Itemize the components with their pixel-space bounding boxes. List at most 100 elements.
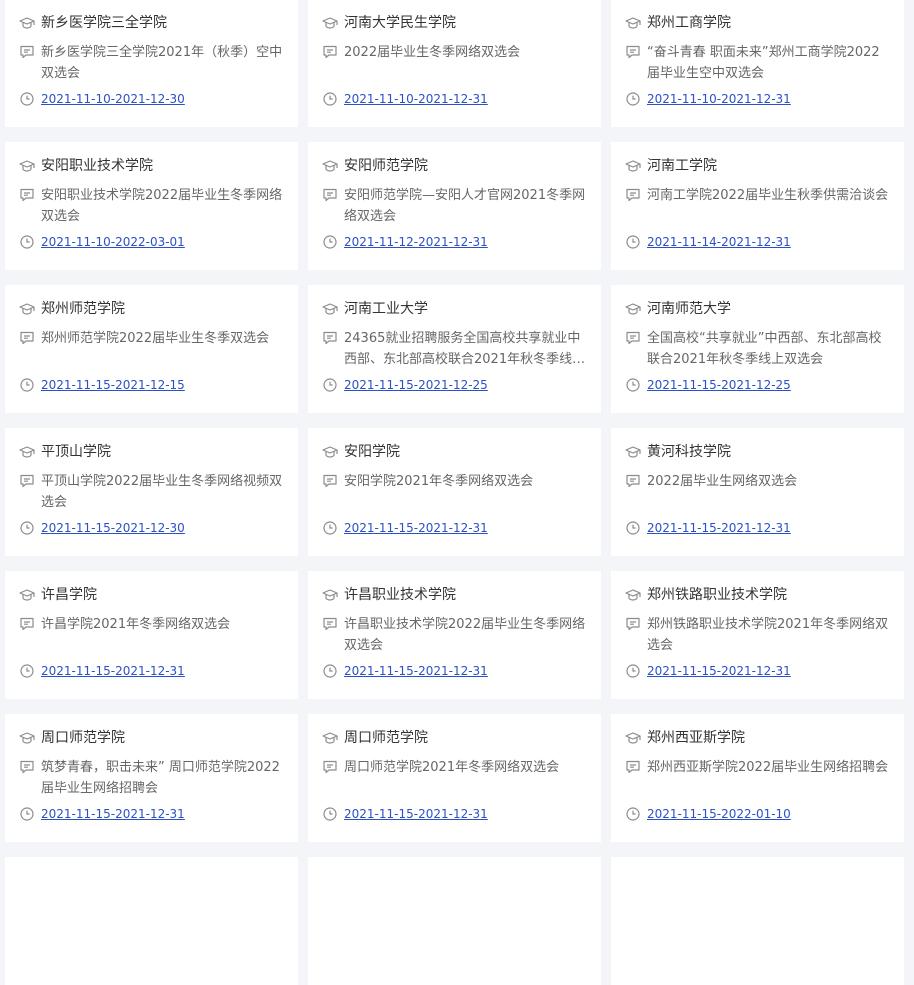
message-square-icon [625, 759, 641, 775]
date-range-link[interactable]: 2021-11-15-2021-12-31 [344, 519, 488, 537]
title-row: 周口师范学院2021年冬季网络双选会 [322, 757, 587, 799]
school-name: 平顶山学院 [41, 444, 111, 460]
fair-title[interactable]: 许昌学院2021年冬季网络双选会 [41, 614, 230, 656]
title-row: 2022届毕业生冬季网络双选会 [322, 42, 587, 84]
title-row: 安阳师范学院—安阳人才官网2021冬季网络双选会 [322, 185, 587, 227]
job-fair-card[interactable] [5, 857, 298, 985]
date-range-link[interactable]: 2021-11-10-2021-12-30 [41, 90, 185, 108]
graduation-cap-icon [322, 301, 338, 317]
school-name: 郑州西亚斯学院 [647, 730, 745, 746]
job-fair-card[interactable]: 许昌职业技术学院 许昌职业技术学院2022届毕业生冬季网络双选会 2021-11… [308, 571, 601, 699]
fair-title[interactable]: 24365就业招聘服务全国高校共享就业中西部、东北部高校联合2021年秋冬季线上… [344, 328, 587, 370]
title-row: 全国高校“共享就业”中西部、东北部高校联合2021年秋冬季线上双选会 [625, 328, 890, 370]
job-fair-card[interactable]: 郑州师范学院 郑州师范学院2022届毕业生冬季双选会 2021-11-15-20… [5, 285, 298, 413]
graduation-cap-icon [19, 444, 35, 460]
fair-title[interactable]: 安阳学院2021年冬季网络双选会 [344, 471, 533, 513]
school-row: 郑州师范学院 [19, 299, 284, 319]
date-range-link[interactable]: 2021-11-15-2021-12-31 [647, 662, 791, 680]
fair-title[interactable]: 周口师范学院2021年冬季网络双选会 [344, 757, 559, 799]
clock-icon [19, 91, 35, 107]
job-fair-card[interactable]: 安阳师范学院 安阳师范学院—安阳人才官网2021冬季网络双选会 2021-11-… [308, 142, 601, 270]
title-row: 安阳职业技术学院2022届毕业生冬季网络双选会 [19, 185, 284, 227]
date-range-link[interactable]: 2021-11-15-2021-12-25 [647, 376, 791, 394]
fair-title[interactable]: 安阳师范学院—安阳人才官网2021冬季网络双选会 [344, 185, 587, 227]
title-row: 许昌职业技术学院2022届毕业生冬季网络双选会 [322, 614, 587, 656]
date-range-link[interactable]: 2021-11-14-2021-12-31 [647, 233, 791, 251]
school-row: 安阳师范学院 [322, 156, 587, 176]
job-fair-card[interactable] [611, 857, 904, 985]
fair-title[interactable]: 平顶山学院2022届毕业生冬季网络视频双选会 [41, 471, 284, 513]
school-name: 河南工业大学 [344, 301, 428, 317]
school-name: 河南大学民生学院 [344, 15, 456, 31]
date-range-link[interactable]: 2021-11-15-2021-12-30 [41, 519, 185, 537]
job-fair-card[interactable]: 新乡医学院三全学院 新乡医学院三全学院2021年（秋季）空中双选会 2021-1… [5, 0, 298, 127]
date-row: 2021-11-10-2021-12-31 [625, 90, 791, 108]
job-fair-card[interactable]: 郑州西亚斯学院 郑州西亚斯学院2022届毕业生网络招聘会 2021-11-15-… [611, 714, 904, 842]
date-range-link[interactable]: 2021-11-15-2021-12-31 [41, 805, 185, 823]
date-row: 2021-11-15-2021-12-31 [625, 519, 791, 537]
job-fair-card[interactable] [308, 857, 601, 985]
school-name: 安阳职业技术学院 [41, 158, 153, 174]
job-fair-card[interactable]: 许昌学院 许昌学院2021年冬季网络双选会 2021-11-15-2021-12… [5, 571, 298, 699]
fair-title[interactable]: 2022届毕业生网络双选会 [647, 471, 797, 513]
job-fair-card[interactable]: 安阳学院 安阳学院2021年冬季网络双选会 2021-11-15-2021-12… [308, 428, 601, 556]
job-fair-card[interactable]: 河南工学院 河南工学院2022届毕业生秋季供需洽谈会 2021-11-14-20… [611, 142, 904, 270]
graduation-cap-icon [625, 587, 641, 603]
date-range-link[interactable]: 2021-11-15-2021-12-31 [41, 662, 185, 680]
date-range-link[interactable]: 2021-11-12-2021-12-31 [344, 233, 488, 251]
date-range-link[interactable]: 2021-11-15-2021-12-31 [344, 805, 488, 823]
fair-title[interactable]: 筑梦青春，职击未来” 周口师范学院2022届毕业生网络招聘会 [41, 757, 284, 799]
date-range-link[interactable]: 2021-11-10-2021-12-31 [647, 90, 791, 108]
date-range-link[interactable]: 2021-11-15-2021-12-15 [41, 376, 185, 394]
fair-title[interactable]: 郑州师范学院2022届毕业生冬季双选会 [41, 328, 269, 370]
graduation-cap-icon [322, 587, 338, 603]
fair-title[interactable]: 郑州铁路职业技术学院2021年冬季网络双选会 [647, 614, 890, 656]
job-fair-card[interactable]: 河南大学民生学院 2022届毕业生冬季网络双选会 2021-11-10-2021… [308, 0, 601, 127]
date-row: 2021-11-15-2021-12-31 [322, 662, 488, 680]
school-name: 郑州工商学院 [647, 15, 731, 31]
job-fair-card[interactable]: 河南师范大学 全国高校“共享就业”中西部、东北部高校联合2021年秋冬季线上双选… [611, 285, 904, 413]
clock-icon [19, 663, 35, 679]
graduation-cap-icon [322, 444, 338, 460]
school-name: 郑州师范学院 [41, 301, 125, 317]
title-row: 郑州师范学院2022届毕业生冬季双选会 [19, 328, 284, 370]
job-fair-card[interactable]: 周口师范学院 筑梦青春，职击未来” 周口师范学院2022届毕业生网络招聘会 20… [5, 714, 298, 842]
title-row: 24365就业招聘服务全国高校共享就业中西部、东北部高校联合2021年秋冬季线上… [322, 328, 587, 370]
job-fair-card[interactable]: 郑州铁路职业技术学院 郑州铁路职业技术学院2021年冬季网络双选会 2021-1… [611, 571, 904, 699]
date-range-link[interactable]: 2021-11-15-2022-01-10 [647, 805, 791, 823]
date-range-link[interactable]: 2021-11-10-2022-03-01 [41, 233, 185, 251]
title-row: 郑州西亚斯学院2022届毕业生网络招聘会 [625, 757, 890, 799]
clock-icon [625, 520, 641, 536]
school-row: 安阳学院 [322, 442, 587, 462]
fair-title[interactable]: 许昌职业技术学院2022届毕业生冬季网络双选会 [344, 614, 587, 656]
job-fair-card[interactable]: 黄河科技学院 2022届毕业生网络双选会 2021-11-15-2021-12-… [611, 428, 904, 556]
fair-title[interactable]: 安阳职业技术学院2022届毕业生冬季网络双选会 [41, 185, 284, 227]
fair-title[interactable]: 新乡医学院三全学院2021年（秋季）空中双选会 [41, 42, 284, 84]
title-row: 2022届毕业生网络双选会 [625, 471, 890, 513]
job-fair-card[interactable]: 周口师范学院 周口师范学院2021年冬季网络双选会 2021-11-15-202… [308, 714, 601, 842]
message-square-icon [19, 44, 35, 60]
job-fair-card[interactable]: 安阳职业技术学院 安阳职业技术学院2022届毕业生冬季网络双选会 2021-11… [5, 142, 298, 270]
graduation-cap-icon [625, 158, 641, 174]
message-square-icon [625, 44, 641, 60]
title-row: 平顶山学院2022届毕业生冬季网络视频双选会 [19, 471, 284, 513]
fair-title[interactable]: 郑州西亚斯学院2022届毕业生网络招聘会 [647, 757, 888, 799]
school-row: 周口师范学院 [19, 728, 284, 748]
date-range-link[interactable]: 2021-11-15-2021-12-31 [647, 519, 791, 537]
school-row: 郑州西亚斯学院 [625, 728, 890, 748]
message-square-icon [625, 616, 641, 632]
job-fair-card[interactable]: 河南工业大学 24365就业招聘服务全国高校共享就业中西部、东北部高校联合202… [308, 285, 601, 413]
fair-title[interactable]: “奋斗青春 职面未来”郑州工商学院2022届毕业生空中双选会 [647, 42, 890, 84]
fair-title[interactable]: 全国高校“共享就业”中西部、东北部高校联合2021年秋冬季线上双选会 [647, 328, 890, 370]
date-row: 2021-11-15-2021-12-31 [19, 805, 185, 823]
date-range-link[interactable]: 2021-11-15-2021-12-31 [344, 662, 488, 680]
date-range-link[interactable]: 2021-11-10-2021-12-31 [344, 90, 488, 108]
job-fair-card[interactable]: 平顶山学院 平顶山学院2022届毕业生冬季网络视频双选会 2021-11-15-… [5, 428, 298, 556]
job-fair-card[interactable]: 郑州工商学院 “奋斗青春 职面未来”郑州工商学院2022届毕业生空中双选会 20… [611, 0, 904, 127]
fair-title[interactable]: 河南工学院2022届毕业生秋季供需洽谈会 [647, 185, 888, 227]
message-square-icon [625, 330, 641, 346]
date-range-link[interactable]: 2021-11-15-2021-12-25 [344, 376, 488, 394]
fair-title[interactable]: 2022届毕业生冬季网络双选会 [344, 42, 520, 84]
clock-icon [322, 91, 338, 107]
school-name: 安阳学院 [344, 444, 400, 460]
